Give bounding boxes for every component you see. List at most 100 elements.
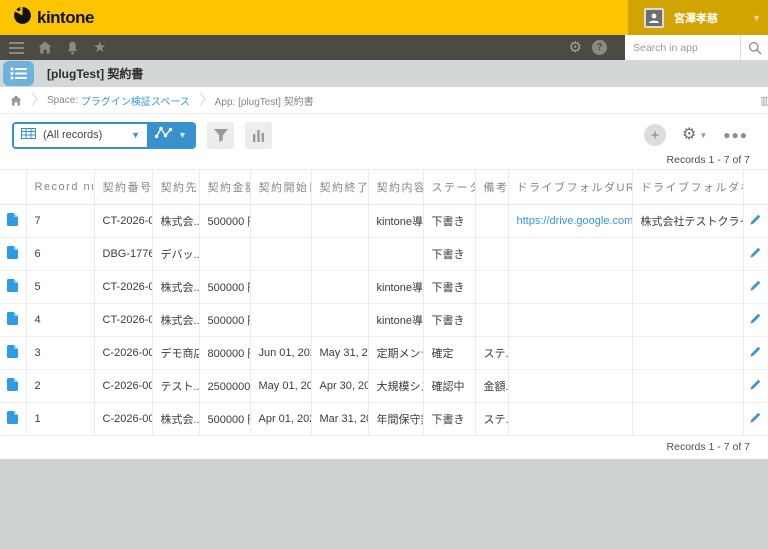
- table-cell: [475, 303, 509, 337]
- app-list-icon[interactable]: [3, 61, 34, 86]
- table-cell: kintone導入...: [368, 303, 424, 337]
- records-table: Record number契約番号契約先契約金額契約開始日契約終了日契約内容ステ…: [0, 169, 768, 436]
- record-file-icon[interactable]: [0, 204, 27, 238]
- edit-record-button[interactable]: [743, 204, 768, 238]
- edit-record-button[interactable]: [743, 270, 768, 304]
- table-cell: [250, 270, 312, 304]
- table-cell: 株式会...: [152, 402, 200, 436]
- app-header-bar: [plugTest] 契約書: [0, 60, 768, 87]
- user-avatar-icon: [644, 7, 664, 28]
- help-icon[interactable]: ?: [592, 40, 607, 55]
- table-row[interactable]: 5CT-2026-001株式会...500000 円 kintone導入...下書…: [0, 270, 768, 304]
- table-cell: 株式会...: [152, 204, 200, 238]
- table-cell: 500000 円: [199, 270, 251, 304]
- table-cell: [311, 204, 369, 238]
- notifications-bell-icon[interactable]: [66, 41, 79, 55]
- table-cell: 4: [26, 303, 95, 337]
- column-header: 契約内容: [368, 169, 424, 205]
- app-title: [plugTest] 契約書: [47, 67, 144, 81]
- table-cell: C-2026-003: [94, 336, 153, 370]
- table-cell: 500000 円: [199, 402, 251, 436]
- records-count-bottom: Records 1 - 7 of 7: [0, 436, 768, 459]
- table-row[interactable]: 2C-2026-002テスト...2500000 円May 01, 2026Ap…: [0, 369, 768, 403]
- table-row[interactable]: 6DBG-17761...デバッ... 下書き: [0, 237, 768, 271]
- table-cell: Jun 01, 2026: [250, 336, 312, 370]
- view-selector-dropdown[interactable]: (All records) ▼: [14, 123, 147, 147]
- chevron-down-icon: ▼: [752, 12, 761, 23]
- breadcrumb-app-item: App: [plugTest] 契約書: [214, 96, 314, 108]
- column-header: 契約終了日: [311, 169, 369, 205]
- table-cell: DBG-17761...: [94, 237, 153, 271]
- table-cell: [311, 303, 369, 337]
- kintone-logo[interactable]: kintone: [13, 6, 94, 30]
- table-cell: CT-2026-001: [94, 303, 153, 337]
- table-row[interactable]: 3C-2026-003デモ商店800000 円Jun 01, 2026May 3…: [0, 336, 768, 370]
- chevron-down-icon: ▼: [131, 130, 140, 140]
- record-file-icon[interactable]: [0, 369, 27, 403]
- table-cell: [475, 270, 509, 304]
- admin-gear-icon[interactable]: ⚙: [569, 40, 582, 55]
- table-cell: 年間保守契...: [368, 402, 424, 436]
- table-cell: [311, 237, 369, 271]
- record-file-icon[interactable]: [0, 270, 27, 304]
- table-cell: [475, 237, 509, 271]
- table-cell: CT-2026-001: [94, 270, 153, 304]
- table-cell: 下書き: [423, 270, 476, 304]
- table-cell: kintone導入...: [368, 204, 424, 238]
- table-cell: [508, 402, 633, 436]
- table-cell: 500000 円: [199, 204, 251, 238]
- table-cell: C-2026-001: [94, 402, 153, 436]
- table-cell: 5: [26, 270, 95, 304]
- column-header: 契約開始日: [250, 169, 312, 205]
- table-cell: Apr 01, 2026: [250, 402, 312, 436]
- record-file-icon[interactable]: [0, 336, 27, 370]
- record-file-icon[interactable]: [0, 303, 27, 337]
- breadcrumb-right-icon[interactable]: ▥: [761, 94, 768, 107]
- table-row[interactable]: 7CT-2026-001株式会...500000 円 kintone導入...下書…: [0, 204, 768, 238]
- breadcrumb-space-link[interactable]: プラグイン検証スペース: [81, 93, 190, 108]
- view-content: (All records) ▼ ▼ + ⚙ ▼ ●●● Records 1 - …: [0, 114, 768, 459]
- table-cell: May 31, 2027: [311, 336, 369, 370]
- table-row[interactable]: 1C-2026-001株式会...500000 円Apr 01, 2026Mar…: [0, 402, 768, 436]
- column-header: 契約金額: [199, 169, 251, 205]
- table-cell: 下書き: [423, 402, 476, 436]
- view-selected-label: (All records): [43, 129, 103, 141]
- menu-icon[interactable]: [9, 41, 24, 54]
- table-cell: 2500000 円: [199, 369, 251, 403]
- table-cell: 1: [26, 402, 95, 436]
- search-input[interactable]: [625, 35, 740, 60]
- record-file-icon[interactable]: [0, 237, 27, 271]
- record-file-icon[interactable]: [0, 402, 27, 436]
- favorites-star-icon[interactable]: ★: [93, 40, 106, 55]
- table-cell: [199, 237, 251, 271]
- edit-record-button[interactable]: [743, 402, 768, 436]
- add-record-button[interactable]: +: [643, 124, 666, 146]
- table-cell: 確定: [423, 336, 476, 370]
- edit-record-button[interactable]: [743, 369, 768, 403]
- user-menu[interactable]: 宮澤孝慈 ▼: [628, 0, 768, 35]
- edit-record-button[interactable]: [743, 303, 768, 337]
- edit-record-button[interactable]: [743, 237, 768, 271]
- search-icon[interactable]: [740, 35, 768, 60]
- table-cell: [508, 303, 633, 337]
- drive-folder-url-link[interactable]: https://drive.google.com/drive/f...: [517, 215, 632, 227]
- user-name: 宮澤孝慈: [674, 12, 718, 25]
- gear-icon: ⚙: [681, 126, 697, 143]
- table-cell: Mar 31, 2027: [311, 402, 369, 436]
- column-header: Record number: [26, 169, 95, 205]
- table-row[interactable]: 4CT-2026-001株式会...500000 円 kintone導入...下書…: [0, 303, 768, 337]
- breadcrumb-home-icon[interactable]: [10, 94, 22, 106]
- edit-record-button[interactable]: [743, 336, 768, 370]
- home-icon[interactable]: [38, 41, 52, 54]
- app-settings-button[interactable]: ⚙ ▼: [682, 127, 707, 143]
- records-count-top: Records 1 - 7 of 7: [666, 154, 750, 166]
- table-cell: 下書き: [423, 237, 476, 271]
- icon-column-header: [0, 169, 27, 205]
- chart-button[interactable]: [245, 121, 272, 149]
- filter-button[interactable]: [207, 121, 234, 149]
- more-options-button[interactable]: ●●●: [723, 128, 748, 142]
- graph-view-button[interactable]: ▼: [147, 123, 194, 147]
- table-cell: デモ商店: [152, 336, 200, 370]
- table-cell: ステ...: [475, 402, 509, 436]
- table-cell: [508, 336, 633, 370]
